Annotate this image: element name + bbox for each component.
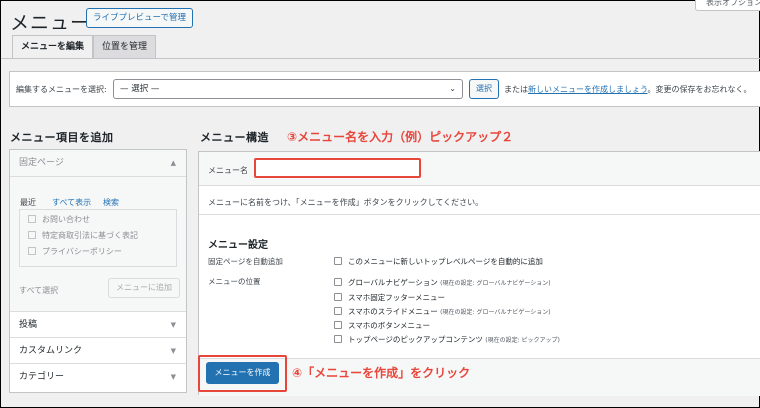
arrow-up-icon: ▲ [170,159,176,167]
pages-tab-view-all[interactable]: すべて表示 [52,197,91,208]
add-to-menu-button[interactable]: メニューに追加 [108,278,180,298]
arrow-down-icon: ▼ [170,321,176,329]
accordion-pages-label: 固定ページ [19,158,64,168]
or-text: または [504,85,528,94]
pages-tab-search[interactable]: 検索 [103,197,119,208]
create-button-highlight [198,355,287,392]
page-item[interactable]: お問い合わせ [28,214,90,225]
tab-manage-locations[interactable]: 位置を管理 [93,35,157,58]
accordion-pages[interactable]: 固定ページ ▲ [10,150,186,176]
save-reminder-text: 。変更の保存をお忘れなく。 [647,85,752,94]
annotation-step-4: ④「メニューを作成」をクリック [292,366,471,380]
create-new-menu-link[interactable]: 新しいメニューを作成しましょう [528,85,648,94]
checkbox[interactable] [334,278,342,286]
checkbox[interactable] [28,231,36,239]
location-option[interactable]: スマホのボタンメニュー [334,320,430,331]
location-option[interactable]: トップページのピックアップコンテンツ (現在の設定: ピックアップ) [334,334,560,345]
checkbox[interactable] [334,293,342,301]
tab-edit-menus[interactable]: メニューを編集 [12,35,94,59]
checkbox[interactable] [334,257,342,265]
arrow-down-icon: ▼ [170,347,176,355]
menu-settings-heading: メニュー設定 [208,240,268,251]
accordion-posts[interactable]: 投稿 ▼ [10,311,186,337]
accordion-posts-label: 投稿 [19,320,38,330]
chevron-down-icon: ⌄ [449,84,456,93]
menu-structure-heading: メニュー構造 [200,131,269,144]
page-item[interactable]: プライバシーポリシー [28,246,122,257]
tab-divider [1,58,760,59]
create-menu-prompt: または新しいメニューを作成しましょう。変更の保存をお忘れなく。 [504,84,752,95]
pages-tab-recent[interactable]: 最近 [20,197,36,208]
location-option[interactable]: スマホ固定フッターメニュー [334,292,445,303]
menu-select-value: — 選択 — [120,84,160,94]
checkbox[interactable] [334,335,342,343]
add-menu-items-heading: メニュー項目を追加 [10,131,114,144]
menu-name-label: メニュー名 [208,166,248,175]
menu-select-dropdown[interactable]: — 選択 — ⌄ [113,79,463,99]
accordion-custom-links-label: カスタムリンク [19,346,83,356]
add-menu-items-panel: 固定ページ ▲ 最近 すべて表示 検索 お問い合わせ 特定商取引法に基づく表記 … [9,149,187,393]
auto-add-label: 固定ページを自動追加 [208,257,283,266]
select-button[interactable]: 選択 [469,79,499,99]
menu-select-label: 編集するメニューを選択: [16,85,107,94]
screen-options-button[interactable]: 表示オプション [695,0,760,11]
menu-name-bar: メニュー名 [199,152,760,186]
menu-name-input[interactable] [254,158,421,178]
accordion-categories-label: カテゴリー [19,372,65,382]
annotation-step-3: ③メニュー名を入力（例）ピックアップ２ [287,130,514,144]
live-preview-button[interactable]: ライブプレビューで管理 [86,8,193,28]
location-option[interactable]: グローバルナビゲーション (現在の設定: グローバルナビゲーション) [334,277,551,288]
accordion-categories[interactable]: カテゴリー ▼ [10,363,186,389]
accordion-custom-links[interactable]: カスタムリンク ▼ [10,337,186,363]
menu-location-label: メニューの位置 [208,277,261,286]
menu-instruction-text: メニューに名前をつけ、「メニューを作成」ボタンをクリックしてください。 [208,198,484,207]
auto-add-option[interactable]: このメニューに新しいトップレベルページを自動的に追加 [334,256,543,267]
page-item[interactable]: 特定商取引法に基づく表記 [28,230,138,241]
checkbox[interactable] [334,321,342,329]
pages-checklist: お問い合わせ 特定商取引法に基づく表記 プライバシーポリシー [19,209,177,267]
checkbox[interactable] [28,247,36,255]
select-all-link[interactable]: すべて選択 [19,285,58,296]
checkbox[interactable] [28,215,36,223]
divider [199,214,760,215]
arrow-down-icon: ▼ [170,373,176,381]
checkbox[interactable] [334,307,342,315]
location-option[interactable]: スマホのスライドメニュー (現在の設定: グローバルナビゲーション) [334,306,551,317]
page-title: メニュー [10,12,91,34]
accordion-pages-body: 最近 すべて表示 検索 お問い合わせ 特定商取引法に基づく表記 プライバシーポリ… [10,176,186,311]
